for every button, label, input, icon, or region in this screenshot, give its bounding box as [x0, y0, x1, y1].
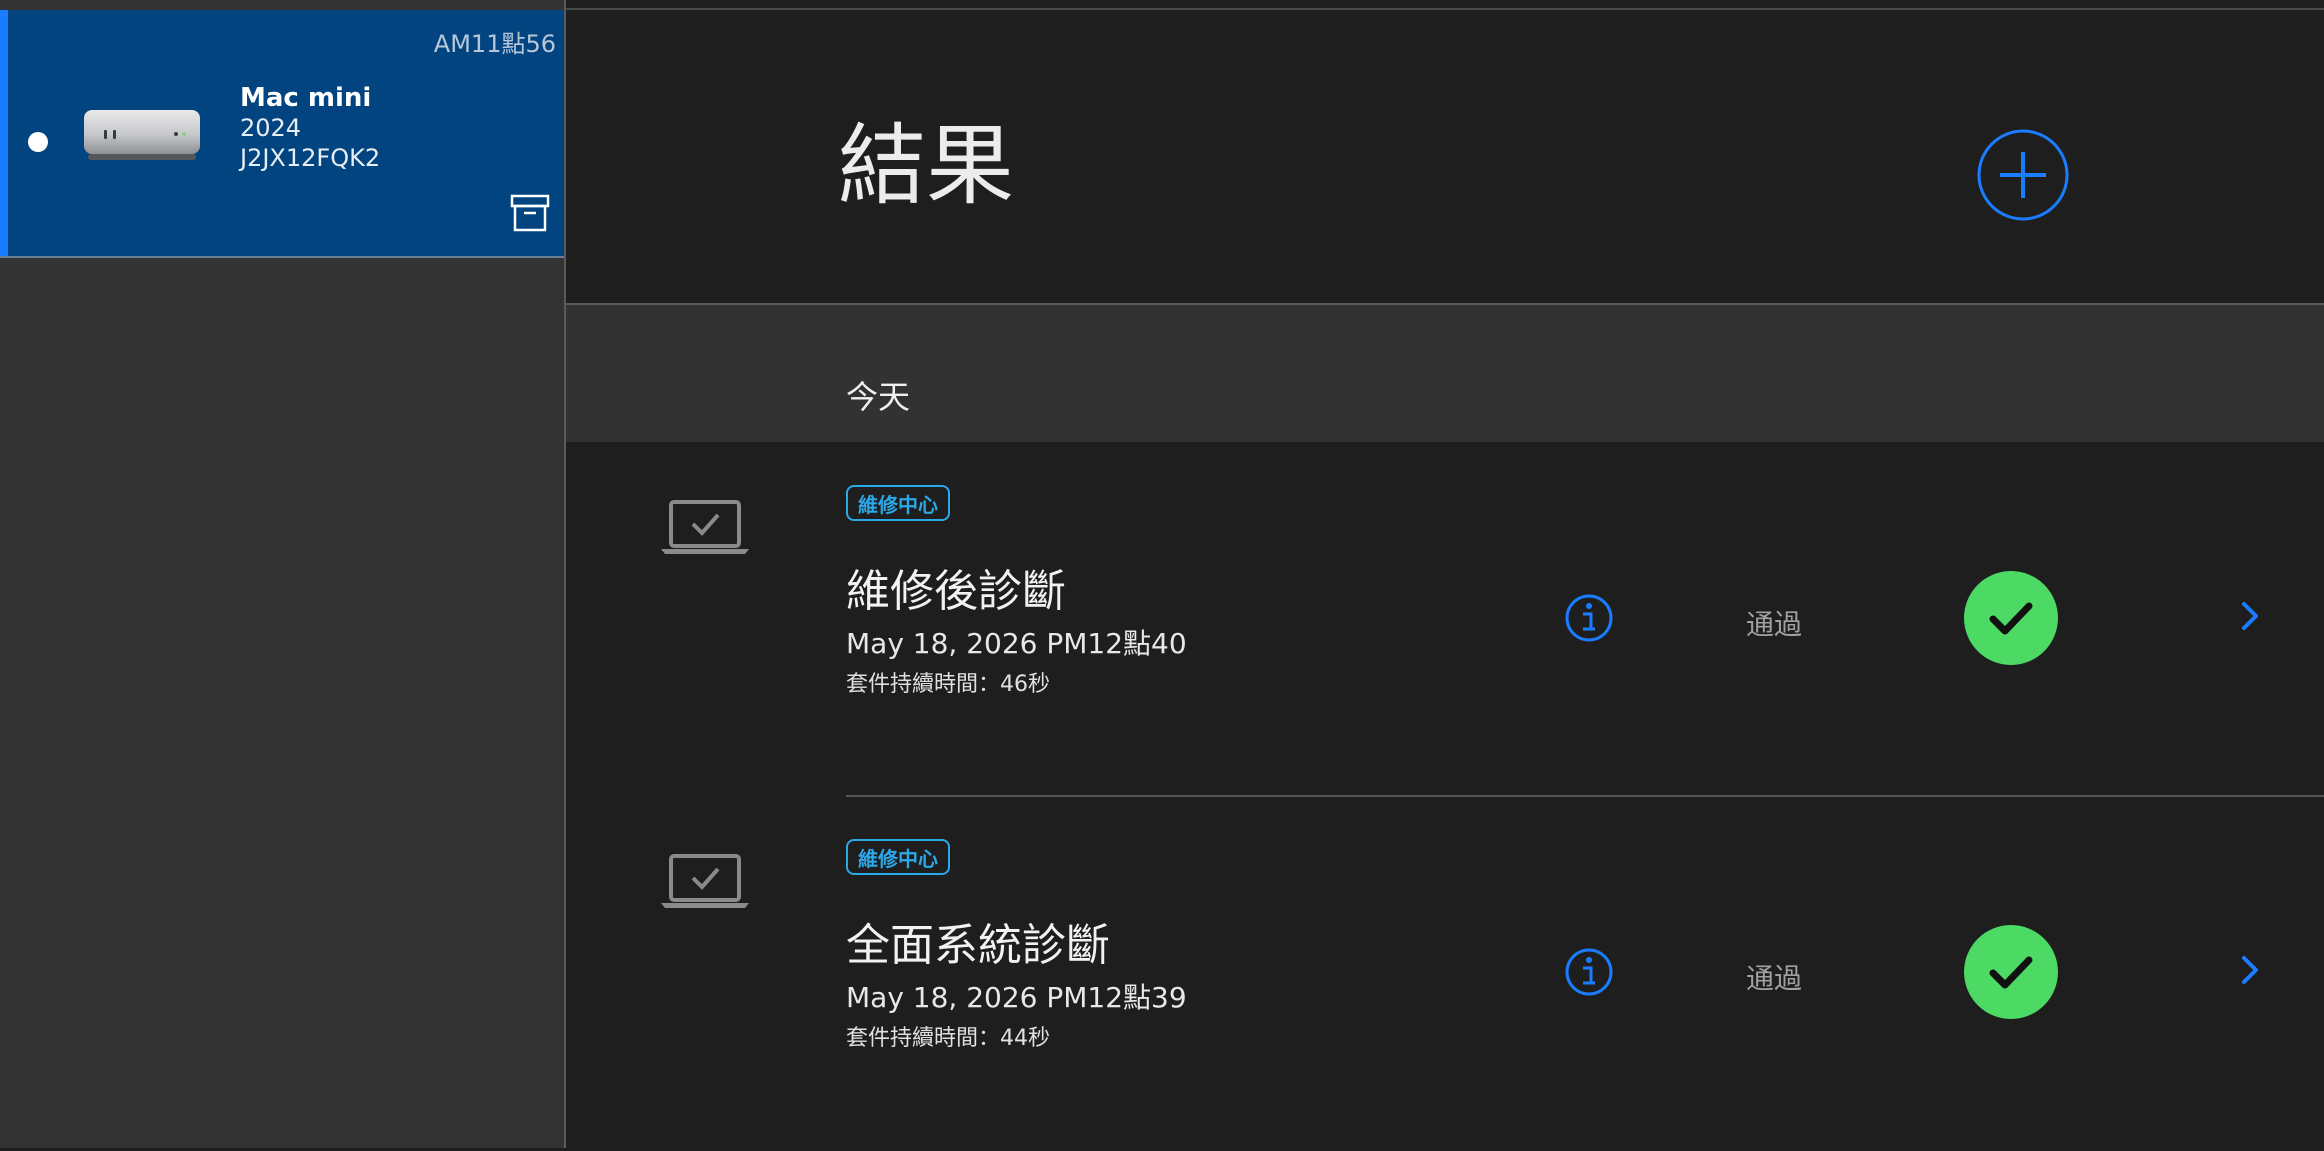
result-title: 維修後診斷 [846, 566, 1066, 617]
service-center-badge: 維修中心 [846, 485, 950, 521]
pass-status-icon [1964, 571, 2058, 665]
result-date: May 18, 2026 PM12點39 [846, 981, 1187, 1014]
service-center-badge: 維修中心 [846, 839, 950, 875]
status-label: 通過 [1746, 608, 1803, 641]
chevron-right-icon[interactable] [2238, 952, 2262, 992]
result-row[interactable]: 維修中心 全面系統診斷 May 18, 2026 PM12點39 套件持續時間：… [566, 797, 2324, 1151]
device-card-selected[interactable]: AM11點56 Mac mini 2024 J2JX12FQK2 [0, 10, 564, 258]
archive-box-icon[interactable] [510, 194, 550, 236]
result-duration: 套件持續時間：44秒 [846, 1026, 1050, 1051]
top-divider [566, 8, 2324, 10]
info-icon[interactable] [1564, 593, 1614, 643]
device-year: 2024 [240, 114, 302, 142]
info-icon[interactable] [1564, 947, 1614, 997]
sidebar: AM11點56 Mac mini 2024 J2JX12FQK2 [0, 0, 564, 1148]
checkmark-icon [1989, 602, 2033, 635]
result-date: May 18, 2026 PM12點40 [846, 627, 1187, 660]
result-duration: 套件持續時間：46秒 [846, 672, 1050, 697]
section-header [566, 305, 2324, 442]
status-label: 通過 [1746, 962, 1803, 995]
add-button[interactable] [1976, 128, 2070, 222]
device-timestamp: AM11點56 [433, 30, 556, 58]
device-name: Mac mini [240, 83, 372, 113]
pass-status-icon [1964, 925, 2058, 1019]
mac-mini-icon [82, 106, 202, 168]
laptop-check-icon [660, 499, 750, 559]
device-serial: J2JX12FQK2 [240, 144, 381, 172]
chevron-right-icon[interactable] [2238, 598, 2262, 638]
checkmark-icon [1989, 956, 2033, 989]
selected-dot-icon [28, 132, 48, 152]
result-row[interactable]: 維修中心 維修後診斷 May 18, 2026 PM12點40 套件持續時間：4… [566, 443, 2324, 797]
section-label: 今天 [846, 378, 911, 416]
selection-accent-bar [0, 10, 8, 256]
result-title: 全面系統診斷 [846, 920, 1110, 971]
laptop-check-icon [660, 853, 750, 913]
plus-circle-icon [1977, 129, 2069, 221]
page-title: 結果 [838, 114, 1015, 217]
